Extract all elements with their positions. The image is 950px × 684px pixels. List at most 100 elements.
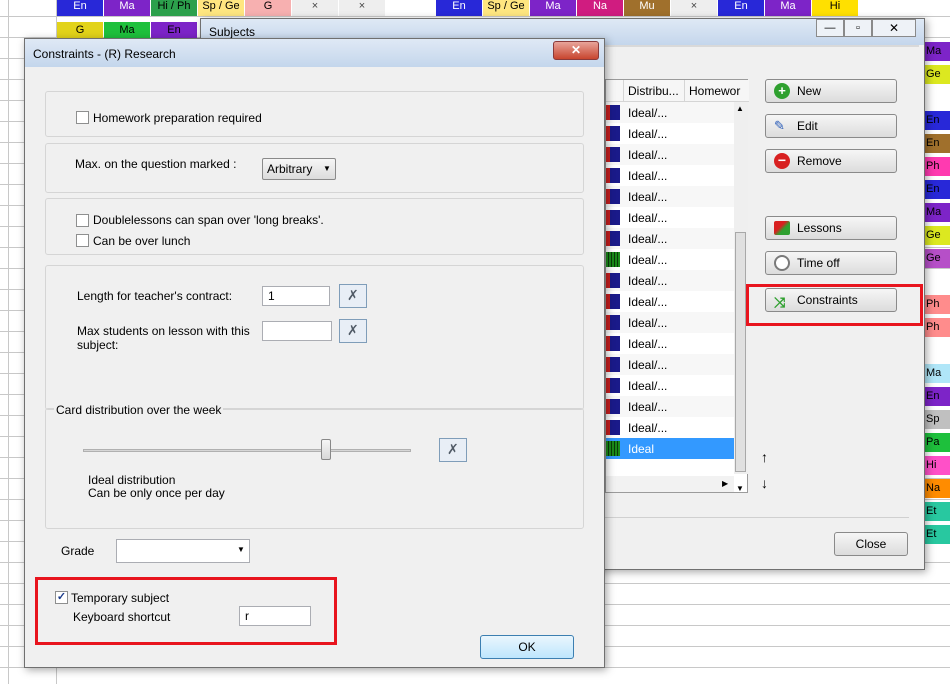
distribution-cell: Ideal/... (628, 400, 668, 414)
timetable-cell[interactable]: En (436, 0, 482, 16)
grade-dropdown[interactable]: ▼ (116, 539, 250, 563)
timetable-cell[interactable]: Pa (924, 433, 950, 452)
timetable-cell[interactable]: × (339, 0, 385, 16)
timetable-cell[interactable]: Ma (924, 42, 950, 61)
table-row[interactable]: Ideal/... (606, 144, 734, 165)
timetable-cell[interactable]: En (151, 22, 197, 38)
table-row[interactable]: Ideal/... (606, 270, 734, 291)
timetable-cell[interactable]: Ma (924, 203, 950, 222)
timetable-cell[interactable]: Et (924, 502, 950, 521)
distribution-slider-thumb[interactable] (320, 439, 331, 460)
timetable-cell[interactable] (924, 88, 950, 107)
timetable-cell[interactable]: Hi (924, 456, 950, 475)
timetable-cell[interactable]: G (245, 0, 291, 16)
timetable-cell[interactable]: En (924, 180, 950, 199)
distribution-grid-icon (606, 399, 620, 414)
edit-button[interactable]: ✎ Edit (765, 114, 897, 138)
grade-label: Grade (61, 544, 95, 558)
dialog-close-icon[interactable]: ✕ (553, 41, 599, 60)
table-row[interactable]: Ideal/... (606, 228, 734, 249)
timetable-cell[interactable]: En (924, 134, 950, 153)
timetable-cell[interactable]: Ma (104, 22, 150, 38)
timetable-cell[interactable]: Sp (924, 410, 950, 429)
timetable-cell[interactable]: Na (577, 0, 623, 16)
new-button[interactable]: + New (765, 79, 897, 103)
max-students-wrench-icon[interactable]: ✗ (339, 319, 367, 343)
time-off-button[interactable]: Time off (765, 251, 897, 275)
table-row[interactable]: Ideal/... (606, 165, 734, 186)
timetable-cell[interactable]: Ph (924, 295, 950, 314)
max-students-input[interactable] (262, 321, 332, 341)
timetable-cell[interactable] (924, 272, 950, 291)
timetable-cell[interactable] (924, 341, 950, 360)
timetable-cell[interactable]: Mu (624, 0, 670, 16)
timetable-cell[interactable]: En (718, 0, 764, 16)
timetable-cell[interactable]: En (924, 387, 950, 406)
table-row[interactable]: Ideal/... (606, 312, 734, 333)
table-row[interactable]: Ideal/... (606, 102, 734, 123)
contract-group: Length for teacher's contract: 1 ✗ Max s… (45, 265, 584, 410)
homework-checkbox[interactable] (76, 111, 89, 124)
distribution-grid-icon (606, 252, 620, 267)
table-row[interactable]: Ideal/... (606, 207, 734, 228)
timetable-cell[interactable]: Ge (924, 226, 950, 245)
table-row[interactable]: Ideal/... (606, 186, 734, 207)
timetable-cell[interactable]: En (57, 0, 103, 16)
over-lunch-checkbox[interactable] (76, 234, 89, 247)
contract-input[interactable]: 1 (262, 286, 330, 306)
column-header-distribution[interactable]: Distribu... (628, 84, 686, 98)
timetable-cell[interactable]: Ma (765, 0, 811, 16)
move-down-arrow-icon[interactable]: ↓ (761, 475, 768, 491)
timetable-cell[interactable]: Sp / Ge (483, 0, 529, 16)
scroll-thumb[interactable] (735, 232, 746, 472)
table-row[interactable]: Ideal/... (606, 123, 734, 144)
timetable-cell[interactable]: Na (924, 479, 950, 498)
table-row[interactable]: Ideal/... (606, 354, 734, 375)
timetable-cell[interactable]: En (924, 111, 950, 130)
remove-button[interactable]: − Remove (765, 149, 897, 173)
distribution-wrench-icon[interactable]: ✗ (439, 438, 467, 462)
timetable-cell[interactable]: G (57, 22, 103, 38)
horizontal-scrollbar[interactable]: ▶ (606, 476, 734, 492)
timetable-cell[interactable]: Ma (530, 0, 576, 16)
timetable-cell[interactable]: Hi / Ph (151, 0, 197, 16)
lessons-button[interactable]: Lessons (765, 216, 897, 240)
maximize-icon[interactable]: ▫ (844, 19, 872, 37)
table-row[interactable]: Ideal/... (606, 249, 734, 270)
distribution-cell: Ideal/... (628, 337, 668, 351)
distribution-grid-icon (606, 420, 620, 435)
scroll-right-icon[interactable]: ▶ (722, 479, 728, 488)
timetable-cell[interactable]: Ma (104, 0, 150, 16)
timetable-cell[interactable]: Ge (924, 65, 950, 84)
distribution-grid-icon (606, 147, 620, 162)
timetable-cell[interactable]: × (292, 0, 338, 16)
ok-button[interactable]: OK (480, 635, 574, 659)
doublelessons-checkbox[interactable] (76, 214, 89, 227)
timetable-cell[interactable]: Ph (924, 318, 950, 337)
table-row[interactable]: Ideal/... (606, 396, 734, 417)
table-row[interactable]: Ideal/... (606, 375, 734, 396)
minimize-icon[interactable]: — (816, 19, 844, 37)
table-row[interactable]: Ideal/... (606, 291, 734, 312)
table-row[interactable]: Ideal/... (606, 333, 734, 354)
timetable-cell[interactable]: Ge (924, 249, 950, 268)
timetable-cell[interactable]: × (671, 0, 717, 16)
column-header-homework[interactable]: Homewor (689, 84, 741, 98)
scroll-up-icon[interactable]: ▲ (736, 104, 744, 113)
over-lunch-label: Can be over lunch (93, 234, 191, 248)
close-icon[interactable]: ✕ (872, 19, 916, 37)
timetable-cell[interactable]: Ma (924, 364, 950, 383)
close-button[interactable]: Close (834, 532, 908, 556)
timetable-cell[interactable]: Ph (924, 157, 950, 176)
timetable-cell[interactable]: Et (924, 525, 950, 544)
contract-wrench-icon[interactable]: ✗ (339, 284, 367, 308)
distribution-slider-track[interactable] (83, 449, 411, 452)
max-question-dropdown[interactable]: Arbitrary ▼ (262, 158, 336, 180)
table-row[interactable]: Ideal/... (606, 417, 734, 438)
table-row[interactable]: Ideal (606, 438, 734, 459)
chevron-down-icon: ▼ (237, 545, 245, 554)
timetable-cell[interactable]: Sp / Ge (198, 0, 244, 16)
timetable-cell[interactable]: Hi (812, 0, 858, 16)
scroll-down-icon[interactable]: ▼ (736, 484, 744, 493)
move-up-arrow-icon[interactable]: ↑ (761, 449, 768, 465)
